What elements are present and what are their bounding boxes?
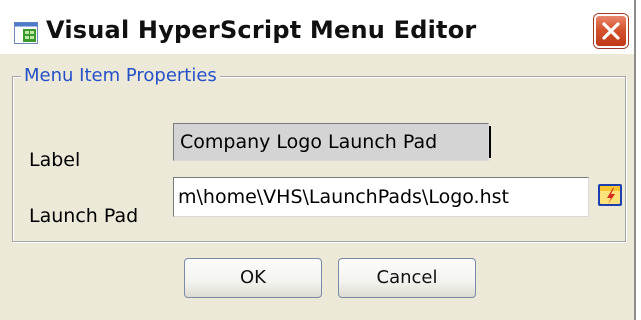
ok-button[interactable]: OK <box>184 258 322 298</box>
menu-item-properties-group: Menu Item Properties Label Launch Pad <box>12 65 626 242</box>
close-button[interactable] <box>594 14 628 48</box>
close-icon <box>602 22 620 40</box>
text-caret <box>489 126 491 158</box>
title-bar[interactable]: Visual HyperScript Menu Editor <box>0 0 634 54</box>
label-input[interactable] <box>173 123 489 161</box>
app-icon <box>14 22 38 44</box>
window-title: Visual HyperScript Menu Editor <box>46 16 477 44</box>
launch-pad-input[interactable] <box>173 177 589 217</box>
folder-browse-icon[interactable] <box>597 181 623 209</box>
cancel-button[interactable]: Cancel <box>338 258 476 298</box>
dialog-content: Menu Item Properties Label Launch Pad OK… <box>6 58 632 320</box>
label-caption: Label <box>29 149 81 171</box>
group-title: Menu Item Properties <box>21 65 220 86</box>
dialog-window: Visual HyperScript Menu Editor Menu Item… <box>0 0 636 320</box>
launch-pad-caption: Launch Pad <box>29 205 139 227</box>
